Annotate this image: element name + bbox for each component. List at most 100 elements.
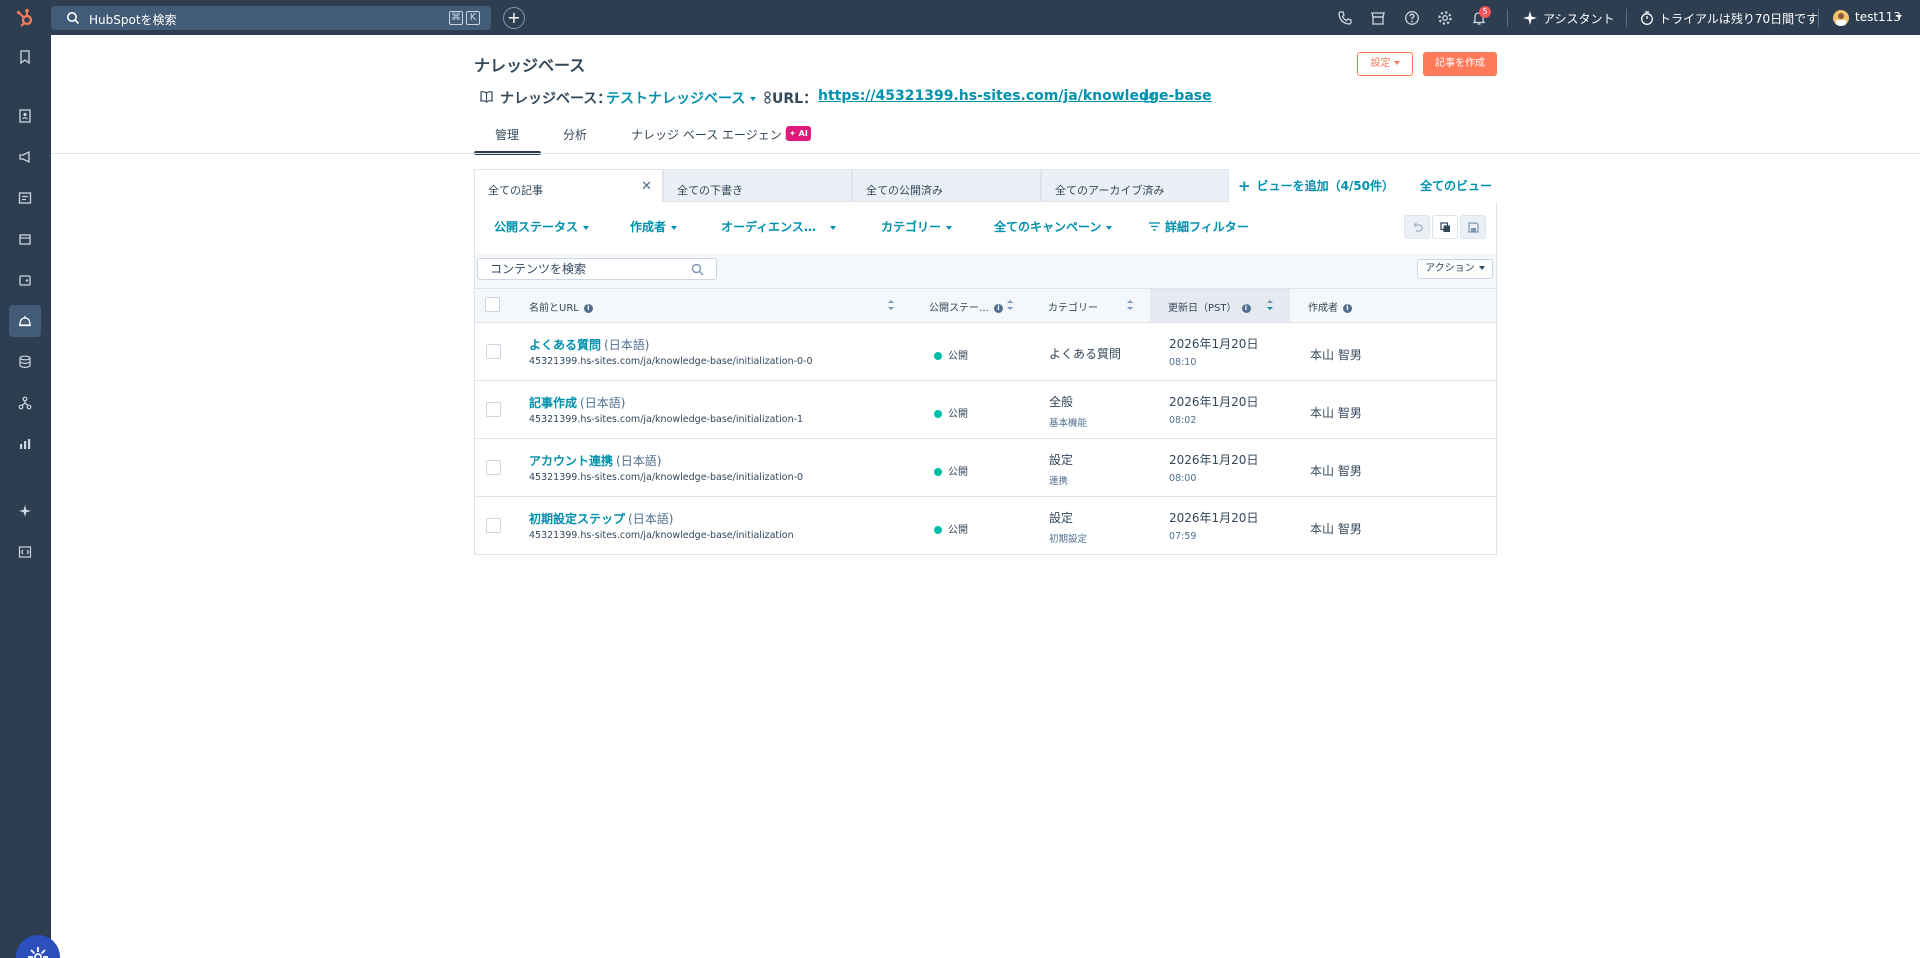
article-title-link[interactable]: アカウント連携 (日本語) bbox=[529, 452, 661, 469]
sort-icon[interactable] bbox=[1126, 298, 1134, 312]
phone-icon[interactable] bbox=[1337, 10, 1353, 26]
service-icon bbox=[19, 316, 31, 327]
help-widget-icon bbox=[28, 947, 48, 958]
url-label: URL： bbox=[772, 91, 818, 107]
article-language: (日本語) bbox=[604, 338, 650, 352]
table-row: アカウント連携 (日本語) 45321399.hs-sites.com/ja/kn… bbox=[474, 439, 1497, 497]
sidebar-content[interactable] bbox=[9, 182, 41, 214]
quick-create-button[interactable]: + bbox=[503, 7, 525, 29]
page-title: ナレッジベース bbox=[474, 56, 586, 75]
topbar-divider bbox=[1818, 9, 1819, 27]
save-view-button[interactable] bbox=[1460, 215, 1486, 239]
article-title-link[interactable]: 記事作成 (日本語) bbox=[529, 394, 625, 411]
content-search-input[interactable] bbox=[490, 261, 680, 277]
account-menu-chevron-icon[interactable] bbox=[1896, 15, 1902, 19]
code-icon bbox=[18, 546, 32, 558]
filter-label: 作成者 bbox=[630, 220, 667, 234]
settings-gear-icon[interactable] bbox=[1437, 10, 1453, 26]
tab-manage[interactable]: 管理 bbox=[495, 126, 519, 143]
settings-dropdown-button[interactable]: 設定 bbox=[1357, 52, 1413, 76]
article-subcategory: 連携 bbox=[1049, 476, 1069, 487]
filter-panel bbox=[474, 202, 1497, 253]
view-tab-all-archived[interactable]: 全てのアーカイブ済み bbox=[1041, 169, 1229, 202]
search-icon[interactable] bbox=[691, 263, 704, 276]
row-checkbox[interactable] bbox=[486, 460, 501, 475]
article-title: よくある質問 bbox=[529, 338, 602, 352]
sidebar-development[interactable] bbox=[9, 536, 41, 568]
info-icon[interactable]: i bbox=[994, 304, 1003, 313]
filter-audience[interactable]: オーディエンス… bbox=[721, 218, 836, 235]
row-checkbox[interactable] bbox=[486, 518, 501, 533]
view-tab-all-drafts[interactable]: 全ての下書き bbox=[663, 169, 852, 202]
article-subcategory: 初期設定 bbox=[1049, 534, 1088, 545]
advanced-filters-button[interactable]: 詳細フィルター bbox=[1149, 218, 1249, 235]
sidebar-data-management[interactable] bbox=[9, 346, 41, 378]
article-author: 本山 智男 bbox=[1310, 406, 1362, 420]
close-icon[interactable]: ✕ bbox=[641, 179, 652, 194]
actions-dropdown-button[interactable]: アクション bbox=[1417, 259, 1493, 279]
column-label: 名前とURL bbox=[529, 303, 579, 314]
marketplace-icon[interactable] bbox=[1370, 10, 1386, 26]
sidebar-bookmarks[interactable] bbox=[9, 41, 41, 73]
create-article-button[interactable]: 記事を作成 bbox=[1423, 52, 1497, 76]
info-icon[interactable]: i bbox=[1241, 304, 1251, 313]
add-view-button[interactable]: + ビューを追加（4/50件） bbox=[1238, 177, 1394, 195]
all-views-link[interactable]: 全てのビュー bbox=[1420, 177, 1492, 194]
publish-status: 公開 bbox=[934, 347, 968, 362]
knowledge-base-dropdown[interactable]: テストナレッジベース bbox=[606, 88, 757, 108]
column-header-author[interactable]: 作成者 i bbox=[1308, 299, 1352, 314]
sidebar-crm[interactable] bbox=[9, 100, 41, 132]
sparkle-icon bbox=[1523, 11, 1537, 25]
help-icon[interactable] bbox=[1404, 10, 1420, 26]
assistant-button[interactable]: アシスタント bbox=[1543, 10, 1615, 27]
select-all-checkbox[interactable] bbox=[485, 297, 500, 312]
sidebar-reporting[interactable] bbox=[9, 428, 41, 460]
filter-label: 公開ステータス bbox=[494, 220, 579, 234]
sidebar-commerce[interactable] bbox=[9, 264, 41, 296]
sidebar-sales[interactable] bbox=[9, 223, 41, 255]
account-name[interactable]: test113 bbox=[1855, 10, 1901, 24]
sort-icon[interactable] bbox=[1006, 298, 1014, 312]
status-dot bbox=[934, 352, 942, 360]
filter-publish-status[interactable]: 公開ステータス bbox=[494, 218, 590, 235]
info-icon[interactable]: i bbox=[1343, 304, 1352, 313]
chevron-down-icon bbox=[1106, 225, 1113, 230]
tab-analytics[interactable]: 分析 bbox=[563, 126, 587, 143]
clone-view-button[interactable] bbox=[1432, 215, 1458, 239]
column-header-updated[interactable]: 更新日（PST） i bbox=[1168, 299, 1251, 314]
view-tab-all-articles[interactable]: 全ての記事 ✕ bbox=[474, 169, 663, 202]
publish-status-label: 公開 bbox=[948, 351, 968, 362]
plus-icon: + bbox=[1238, 177, 1251, 195]
topbar-divider bbox=[1507, 9, 1508, 27]
article-title: アカウント連携 bbox=[529, 454, 614, 468]
filter-campaign[interactable]: 全てのキャンペーン bbox=[994, 218, 1113, 235]
article-title-link[interactable]: よくある質問 (日本語) bbox=[529, 336, 649, 353]
view-tab-all-published[interactable]: 全ての公開済み bbox=[852, 169, 1041, 202]
tab-knowledge-base-agent[interactable]: ナレッジ ベース エージェント bbox=[631, 126, 794, 143]
content-search-box bbox=[477, 258, 717, 280]
filter-author[interactable]: 作成者 bbox=[630, 218, 678, 235]
user-avatar[interactable] bbox=[1833, 10, 1849, 26]
row-checkbox[interactable] bbox=[486, 402, 501, 417]
column-header-name[interactable]: 名前とURL i bbox=[529, 299, 593, 314]
article-language: (日本語) bbox=[580, 396, 626, 410]
hubspot-logo-icon[interactable] bbox=[15, 8, 35, 28]
column-header-category[interactable]: カテゴリー bbox=[1048, 299, 1098, 314]
sort-icon[interactable] bbox=[887, 298, 895, 312]
info-icon[interactable]: i bbox=[583, 304, 593, 313]
sidebar-marketing[interactable] bbox=[9, 141, 41, 173]
sidebar-service[interactable] bbox=[9, 305, 41, 337]
article-url: 45321399.hs-sites.com/ja/knowledge-base/… bbox=[529, 530, 794, 541]
trial-remaining-link[interactable]: トライアルは残り70日間です bbox=[1659, 10, 1818, 27]
row-checkbox[interactable] bbox=[486, 344, 501, 359]
sidebar-automation[interactable] bbox=[9, 387, 41, 419]
sidebar-breeze[interactable] bbox=[9, 495, 41, 527]
filter-category[interactable]: カテゴリー bbox=[881, 218, 953, 235]
column-header-publish-status[interactable]: 公開ステー… i bbox=[929, 299, 1003, 314]
reset-view-button[interactable] bbox=[1404, 215, 1430, 239]
global-search[interactable]: HubSpotを検索 ⌘ K bbox=[51, 6, 491, 30]
external-link-icon[interactable] bbox=[1144, 93, 1154, 103]
sort-desc-icon[interactable] bbox=[1266, 298, 1274, 312]
help-widget-button[interactable] bbox=[16, 935, 60, 958]
article-title-link[interactable]: 初期設定ステップ (日本語) bbox=[529, 510, 673, 527]
